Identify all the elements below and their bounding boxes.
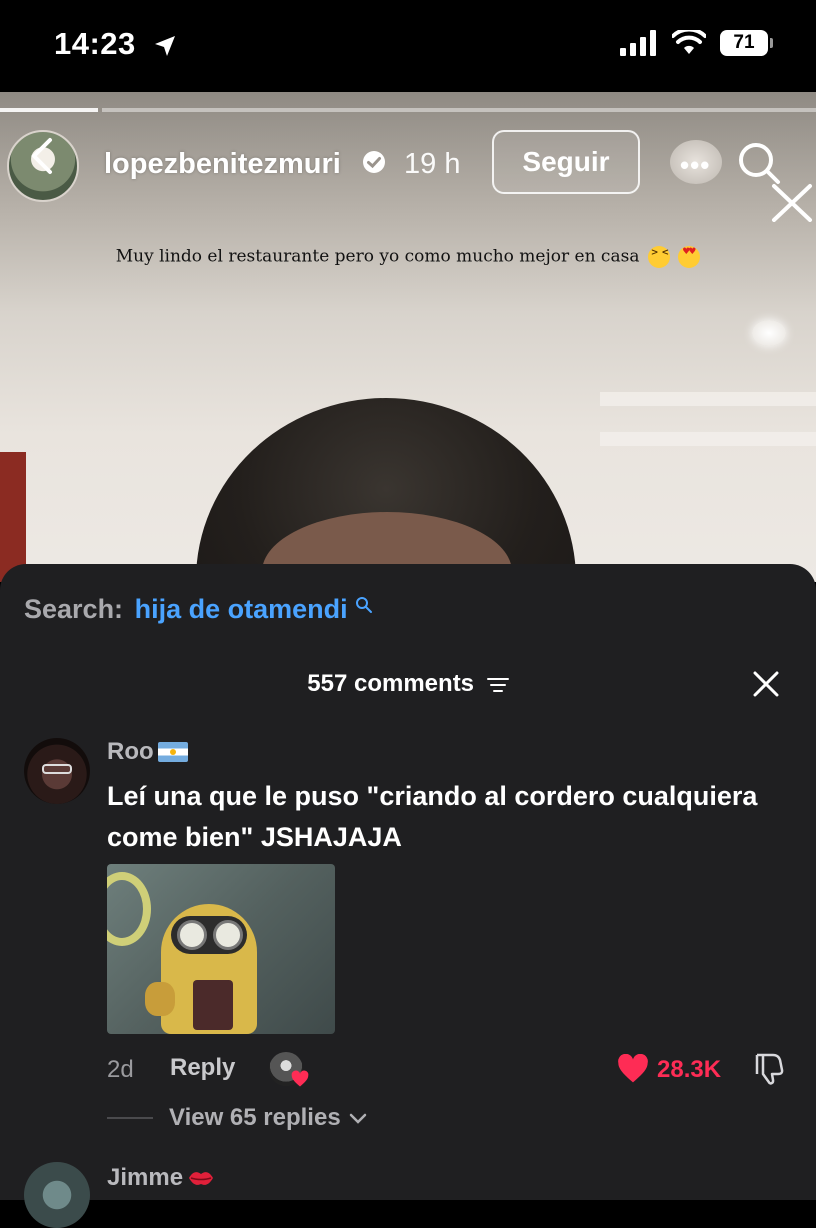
comment-text: Leí una que le puso "criando al cordero …: [107, 781, 758, 852]
filter-icon[interactable]: [486, 676, 509, 694]
comment-author-avatar[interactable]: [24, 1162, 90, 1228]
minion-hand: [145, 982, 175, 1016]
story-username[interactable]: lopezbenitezmuri: [104, 148, 341, 181]
view-replies-button[interactable]: View 65 replies: [107, 1104, 367, 1132]
clock-text: 14:23: [54, 26, 136, 61]
story-caption-text: Muy lindo el restaurante pero yo como mu…: [115, 246, 640, 267]
comment-author[interactable]: Jimme: [107, 1164, 215, 1192]
search-label: Search:: [24, 594, 124, 624]
story-progress-fill: [0, 108, 98, 112]
comment-attached-image[interactable]: [107, 864, 335, 1034]
comment-author-name: Roo: [107, 738, 154, 765]
location-arrow-icon: [154, 35, 175, 56]
wifi-icon: [672, 30, 706, 54]
argentina-flag-icon: [157, 742, 188, 762]
ceiling-stripe: [600, 392, 816, 406]
comment-author-avatar[interactable]: [24, 738, 90, 804]
back-chevron-icon[interactable]: [26, 136, 56, 176]
chevron-down-icon: [349, 1113, 366, 1124]
status-icons: 71: [620, 30, 773, 56]
dislike-icon[interactable]: [753, 1052, 785, 1086]
search-query-link[interactable]: hija de otamendi: [135, 594, 348, 624]
comments-count: 557 comments: [307, 670, 475, 697]
search-icon: [356, 597, 373, 613]
comment-author-name: Jimme: [107, 1164, 184, 1191]
heart-icon: [291, 1070, 309, 1087]
signal-icon: [620, 30, 656, 56]
comments-sheet: Search: hija de otamendi 557 comments Ro…: [0, 564, 816, 1228]
minion-food: [193, 980, 233, 1030]
comment-age: 2d: [107, 1056, 134, 1083]
comment-author[interactable]: Roo: [107, 738, 188, 766]
kiss-mark-icon: [189, 1172, 214, 1185]
battery-icon: 71: [720, 30, 773, 56]
status-bar: 14:23 71: [0, 0, 816, 92]
more-icon: •••: [680, 150, 711, 180]
heart-eyes-emoji-icon: [678, 246, 701, 268]
ceiling-stripe: [600, 432, 816, 446]
battery-level: 71: [733, 32, 755, 53]
status-time: 14:23: [54, 26, 177, 62]
story-progress-track: [102, 108, 816, 112]
search-close-icon[interactable]: [734, 142, 814, 222]
story-time-ago: 19 h: [404, 148, 461, 180]
more-options-button[interactable]: •••: [670, 140, 722, 184]
comments-header: 557 comments: [0, 670, 816, 698]
close-icon[interactable]: [750, 668, 782, 700]
story-viewer[interactable]: lopezbenitezmuri 19 h Seguir ••• Muy lin…: [0, 92, 816, 582]
story-header: lopezbenitezmuri 19 h Seguir •••: [0, 126, 816, 222]
minion-eye: [213, 920, 243, 950]
like-count: 28.3K: [657, 1056, 722, 1083]
view-replies-label: View 65 replies: [169, 1104, 341, 1131]
verified-icon: [363, 151, 385, 173]
story-caption: Muy lindo el restaurante pero yo como mu…: [0, 246, 816, 268]
avatar-glasses: [42, 764, 72, 774]
replies-divider: [107, 1117, 153, 1119]
follow-button[interactable]: Seguir: [492, 130, 640, 194]
story-progress-bar: [0, 108, 816, 112]
search-suggestion[interactable]: Search: hija de otamendi: [24, 594, 373, 625]
background-wall: [0, 452, 26, 582]
laughing-emoji-icon: [647, 246, 670, 268]
image-ring: [107, 872, 151, 946]
reply-button[interactable]: Reply: [170, 1054, 235, 1082]
ceiling-light: [752, 320, 786, 346]
minion-eye: [177, 920, 207, 950]
comment-actions: 2d Reply 28.3K: [107, 1052, 797, 1088]
heart-icon[interactable]: [617, 1054, 649, 1084]
creator-liked-avatar: [269, 1052, 309, 1087]
